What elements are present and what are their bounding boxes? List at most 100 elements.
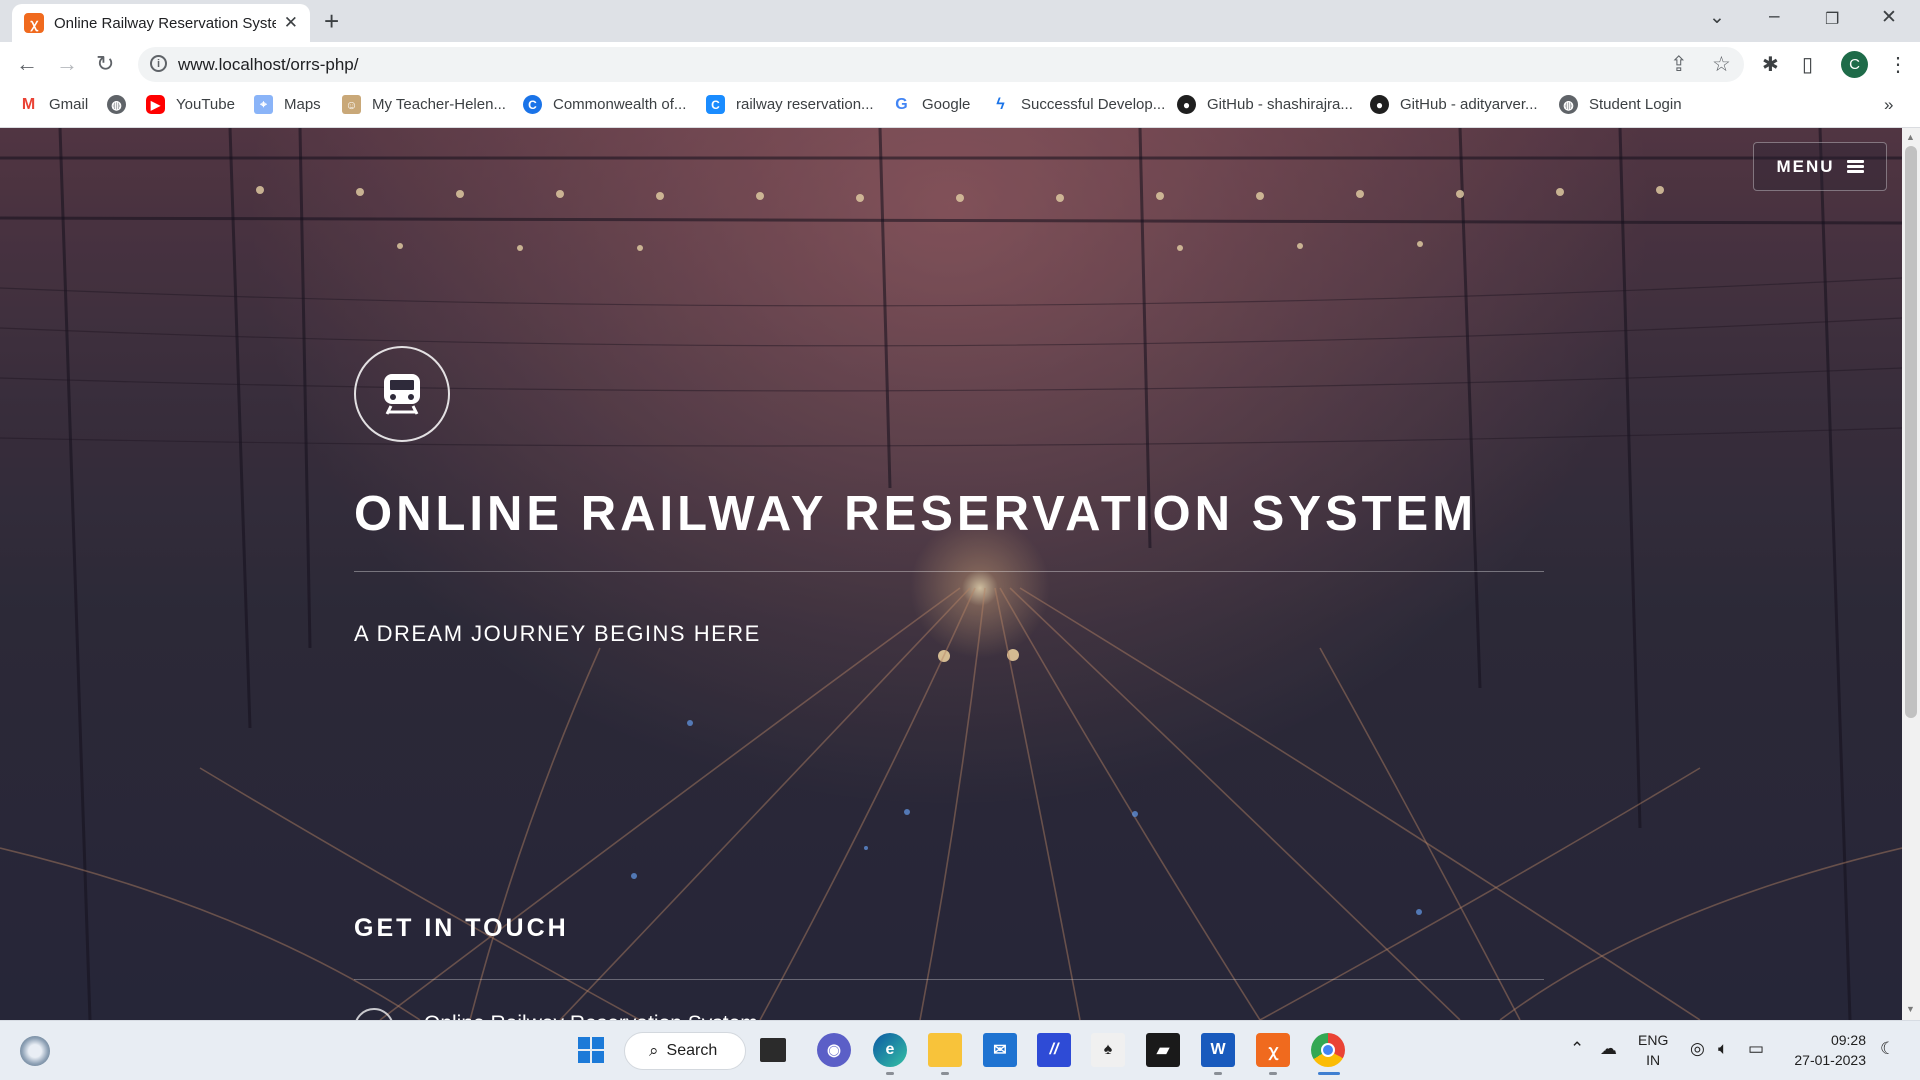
bookmark-label: YouTube [176, 96, 235, 113]
volume-icon[interactable]: 🔈︎ [1718, 1039, 1728, 1059]
show-hidden-icons-chevron[interactable]: ⌃ [1570, 1039, 1584, 1059]
globe-icon: ◍ [107, 95, 126, 114]
youtube-icon: ▶ [146, 95, 165, 114]
train-logo [354, 346, 450, 442]
bookmark-student-login[interactable]: ◍ Student Login [1559, 95, 1682, 114]
maps-icon: ⌖ [254, 95, 273, 114]
bookmark-google[interactable]: G Google [892, 95, 970, 114]
github-icon: ● [1370, 95, 1389, 114]
bookmark-globe[interactable]: ◍ [107, 95, 137, 114]
tab-title: Online Railway Reservation Syste [54, 14, 276, 32]
system-clock[interactable]: 09:28 27-01-2023 [1788, 1030, 1866, 1070]
bookmark-commonwealth[interactable]: C Commonwealth of... [523, 95, 686, 114]
teams-chat-icon[interactable]: ◉ [817, 1033, 851, 1067]
new-tab-button[interactable]: + [324, 6, 339, 37]
menu-button[interactable]: MENU [1753, 142, 1887, 191]
contact-heading: GET IN TOUCH [354, 914, 569, 942]
focus-moon-icon[interactable]: ☾ [1880, 1039, 1895, 1059]
bookmark-gmail[interactable]: M Gmail [19, 95, 88, 114]
region-code: IN [1646, 1052, 1661, 1068]
side-panel-icon[interactable]: ▯ [1802, 52, 1813, 77]
bookmark-label: GitHub - adityarver... [1400, 96, 1538, 113]
bookmark-github-shashiraj[interactable]: ● GitHub - shashirajra... [1177, 95, 1353, 114]
tab-close-icon[interactable]: ✕ [284, 13, 298, 33]
dev-tool-icon[interactable]: // [1037, 1033, 1071, 1067]
network-icon[interactable]: ◎ [1690, 1039, 1705, 1059]
c-logo-icon: C [523, 95, 542, 114]
contact-item-text: Online Railway Reservation System [424, 1012, 758, 1020]
scroll-up-arrow-icon[interactable]: ▲ [1906, 132, 1915, 142]
running-indicator [1214, 1072, 1222, 1075]
bookmark-label: Google [922, 96, 971, 113]
page-title: ONLINE RAILWAY RESERVATION SYSTEM [354, 487, 1478, 541]
extensions-puzzle-icon[interactable]: ✱ [1762, 52, 1779, 77]
scrollbar-thumb[interactable] [1905, 146, 1917, 718]
back-button[interactable]: ← [16, 51, 38, 77]
github-icon: ● [1177, 95, 1196, 114]
restore-button[interactable]: ❐ [1825, 9, 1839, 29]
profile-avatar[interactable]: C [1841, 51, 1868, 78]
bookmark-github-adityarver[interactable]: ● GitHub - adityarver... [1370, 95, 1538, 114]
search-icon: ⌕ [649, 1041, 659, 1060]
chrome-menu-icon[interactable]: ⋮ [1888, 52, 1908, 77]
edge-icon[interactable]: e [873, 1033, 907, 1067]
file-explorer-icon[interactable] [928, 1033, 962, 1067]
bookmark-label: Maps [284, 96, 321, 113]
address-url[interactable]: www.localhost/orrs-php/ [178, 55, 358, 75]
running-indicator [1269, 1072, 1277, 1075]
bookmark-my-teacher[interactable]: ☺ My Teacher-Helen... [342, 95, 506, 114]
task-view-icon[interactable] [760, 1038, 786, 1062]
hero-section: MENU ONLINE RAILWAY RESERVATION SYSTEM A… [0, 128, 1902, 1020]
teacher-site-icon: ☺ [342, 95, 361, 114]
onedrive-icon[interactable]: ☁ [1600, 1039, 1617, 1059]
bookmark-label: Successful Develop... [1021, 96, 1166, 113]
divider [354, 979, 1544, 980]
site-info-icon[interactable]: i [150, 55, 167, 72]
bookmark-label: My Teacher-Helen... [372, 96, 506, 113]
page-scrollbar[interactable]: ▲ ▼ [1902, 128, 1920, 1020]
search-label: Search [666, 1042, 718, 1059]
bookmark-successful-develop[interactable]: ϟ Successful Develop... [991, 95, 1165, 114]
browser-tab-active[interactable]: ꭓ Online Railway Reservation Syste ✕ [12, 4, 310, 42]
active-indicator [1318, 1072, 1340, 1075]
bookmark-railway-reservation[interactable]: C railway reservation... [706, 95, 874, 114]
xampp-icon[interactable]: ꭓ [1256, 1033, 1290, 1067]
gmail-icon: M [21, 95, 36, 113]
bookmark-label: Gmail [49, 96, 89, 113]
scroll-down-arrow-icon[interactable]: ▼ [1906, 1004, 1915, 1014]
google-icon: G [895, 95, 908, 113]
c-square-icon: C [706, 95, 725, 114]
app-icon[interactable]: ▰ [1146, 1033, 1180, 1067]
language-indicator[interactable]: ENG IN [1638, 1030, 1668, 1070]
close-window-button[interactable]: ✕ [1881, 6, 1897, 29]
word-icon[interactable]: W [1201, 1033, 1235, 1067]
browser-toolbar: ← → ↻ i www.localhost/orrs-php/ ⇪ ☆ ✱ ▯ … [0, 42, 1920, 87]
reload-button[interactable]: ↻ [96, 51, 114, 77]
divider [354, 571, 1544, 572]
forward-button[interactable]: → [56, 51, 78, 77]
bookmark-star-icon[interactable]: ☆ [1712, 52, 1731, 77]
bookmarks-overflow-icon[interactable]: » [1884, 95, 1893, 115]
address-bar[interactable]: i www.localhost/orrs-php/ ⇪ ☆ [138, 47, 1744, 82]
share-icon[interactable]: ⇪ [1670, 52, 1688, 77]
xampp-icon: ꭓ [24, 13, 44, 33]
solitaire-icon[interactable]: ♠ [1091, 1033, 1125, 1067]
bookmark-youtube[interactable]: ▶ YouTube [146, 95, 235, 114]
bookmark-label: Student Login [1589, 96, 1682, 113]
tab-search-chevron-icon[interactable]: ⌄ [1709, 6, 1725, 29]
mail-icon[interactable]: ✉ [983, 1033, 1017, 1067]
page-subtitle: A DREAM JOURNEY BEGINS HERE [354, 621, 761, 646]
bookmarks-bar: M Gmail ◍ ▶ YouTube ⌖ Maps ☺ My Teacher-… [0, 87, 1920, 128]
clock-date: 27-01-2023 [1794, 1052, 1866, 1068]
battery-icon[interactable]: ▭ [1748, 1039, 1764, 1059]
taskbar-search[interactable]: ⌕ Search [624, 1032, 746, 1070]
bookmark-maps[interactable]: ⌖ Maps [254, 95, 321, 114]
bookmark-label: Commonwealth of... [553, 96, 687, 113]
bookmark-label: GitHub - shashirajra... [1207, 96, 1353, 113]
chrome-icon[interactable] [1311, 1033, 1345, 1067]
hero-overlay [0, 128, 1902, 1020]
minimize-button[interactable]: – [1769, 6, 1780, 28]
widgets-icon[interactable] [20, 1036, 50, 1066]
windows-taskbar: ⌕ Search ◉ e ✉ // ♠ ▰ W ꭓ ⌃ ☁ ENG IN ◎ 🔈… [0, 1020, 1920, 1080]
windows-start-icon[interactable] [574, 1033, 608, 1067]
